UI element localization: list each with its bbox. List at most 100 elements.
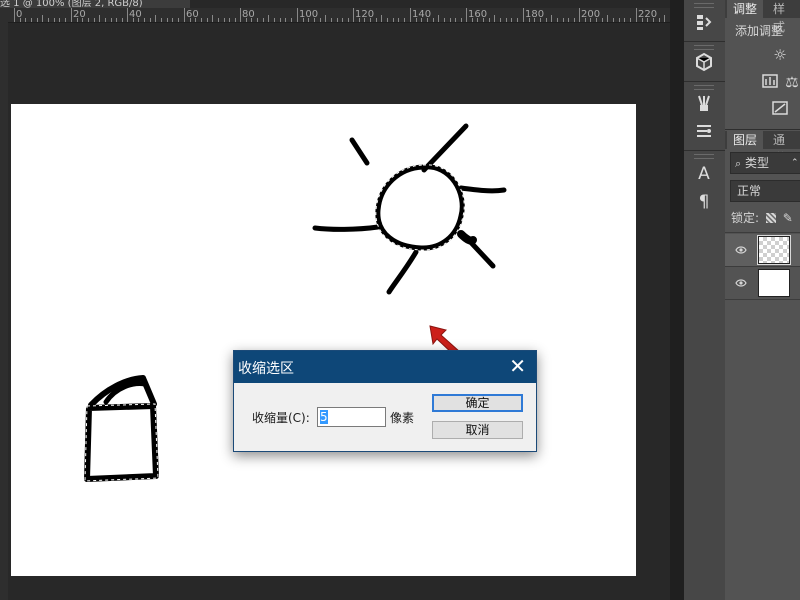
brightness-icon[interactable]: ☼ <box>771 46 789 64</box>
ruler-minor-tick <box>624 18 625 22</box>
dialog-titlebar[interactable]: 收缩选区 ✕ <box>234 351 536 383</box>
ruler-minor-tick <box>54 18 55 22</box>
ruler-minor-tick <box>607 15 608 22</box>
ruler-minor-tick <box>48 18 49 22</box>
layer-filter-select[interactable]: ⌕ 类型 ⌃ <box>730 152 800 174</box>
panel-divider[interactable] <box>670 0 684 600</box>
ruler-minor-tick <box>585 18 586 22</box>
contract-amount-label: 收缩量(C): <box>252 411 310 425</box>
ruler-minor-tick <box>207 18 208 22</box>
ruler-minor-tick <box>133 18 134 22</box>
color-balance-icon[interactable]: ⚖ <box>783 73 800 91</box>
lock-transparent-icon[interactable] <box>765 213 776 223</box>
lock-row: 锁定: ✎ <box>731 209 793 226</box>
panel-dock: A ¶ <box>684 0 725 600</box>
ruler-minor-tick <box>224 18 225 22</box>
dock-grip[interactable] <box>694 85 714 90</box>
tab-adjustments[interactable]: 调整 <box>727 0 764 18</box>
ruler-minor-tick <box>557 18 558 22</box>
ruler-minor-tick <box>517 18 518 22</box>
ok-button[interactable]: 确定 <box>432 394 523 412</box>
ruler-minor-tick <box>291 18 292 22</box>
ruler-minor-tick <box>342 18 343 22</box>
layer-thumbnail <box>758 269 790 297</box>
ruler-minor-tick <box>619 18 620 22</box>
ruler-tick <box>127 8 128 22</box>
cancel-button[interactable]: 取消 <box>432 421 523 439</box>
ruler-minor-tick <box>99 15 100 22</box>
layer-row-layer-2[interactable] <box>725 234 800 266</box>
ruler-minor-tick <box>404 18 405 22</box>
ruler-label: 40 <box>129 9 142 20</box>
brush-icon[interactable] <box>692 93 716 117</box>
ruler-minor-tick <box>37 18 38 22</box>
ruler-minor-tick <box>274 18 275 22</box>
blend-mode-select[interactable]: 正常 <box>730 180 800 202</box>
ruler-minor-tick <box>387 18 388 22</box>
ruler-minor-tick <box>416 18 417 22</box>
character-icon[interactable]: A <box>692 162 716 186</box>
3d-icon[interactable] <box>692 52 716 76</box>
ruler-minor-tick <box>308 18 309 22</box>
close-icon[interactable]: ✕ <box>509 354 526 378</box>
ruler-minor-tick <box>111 18 112 22</box>
document-tab[interactable]: 选 1 @ 100% (图层 2, RGB/8) <box>0 0 190 8</box>
ruler-minor-tick <box>590 18 591 22</box>
ruler-minor-tick <box>20 18 21 22</box>
ruler-minor-tick <box>568 18 569 22</box>
ruler-minor-tick <box>483 18 484 22</box>
contract-amount-input[interactable]: 5 <box>317 407 386 427</box>
ruler-tick <box>14 8 15 22</box>
ruler-minor-tick <box>506 18 507 22</box>
ruler-minor-tick <box>138 18 139 22</box>
ruler-minor-tick <box>472 18 473 22</box>
dock-grip[interactable] <box>694 154 714 159</box>
tab-styles[interactable]: 样式 <box>767 0 800 34</box>
ruler-minor-tick <box>444 18 445 22</box>
tab-layers[interactable]: 图层 <box>727 131 764 149</box>
lock-brush-icon[interactable]: ✎ <box>783 211 793 225</box>
dialog-title: 收缩选区 <box>238 361 294 377</box>
ruler-minor-tick <box>477 18 478 22</box>
ruler-minor-tick <box>82 18 83 22</box>
paragraph-icon[interactable]: ¶ <box>692 190 716 214</box>
layer-row-background[interactable] <box>725 267 800 299</box>
ruler-minor-tick <box>348 18 349 22</box>
house-sketch <box>84 375 159 482</box>
ruler-minor-tick <box>381 15 382 22</box>
ruler-minor-tick <box>511 18 512 22</box>
ruler-minor-tick <box>546 18 547 22</box>
ruler-minor-tick <box>398 18 399 22</box>
contract-selection-dialog: 收缩选区 ✕ 收缩量(C): 5 像素 确定 取消 <box>233 350 537 452</box>
document-canvas[interactable] <box>11 104 636 576</box>
photo-filter-icon[interactable] <box>771 100 789 118</box>
eye-icon[interactable] <box>735 277 747 291</box>
ruler-minor-tick <box>659 18 660 22</box>
ruler-minor-tick <box>42 15 43 22</box>
ruler-minor-tick <box>268 15 269 22</box>
vertical-ruler <box>0 22 8 600</box>
ruler-minor-tick <box>489 18 490 22</box>
ruler-minor-tick <box>438 15 439 22</box>
ruler-label: 20 <box>73 9 86 20</box>
ruler-minor-tick <box>94 18 95 22</box>
ruler-minor-tick <box>574 18 575 22</box>
ruler-minor-tick <box>433 18 434 22</box>
levels-icon[interactable] <box>761 73 779 91</box>
ruler-minor-tick <box>31 18 32 22</box>
ruler-tick <box>636 8 637 22</box>
dock-grip[interactable] <box>694 3 714 8</box>
ruler-minor-tick <box>370 18 371 22</box>
ruler-tick <box>466 8 467 22</box>
tool-presets-icon[interactable] <box>692 121 716 145</box>
ruler-minor-tick <box>500 18 501 22</box>
ruler-minor-tick <box>246 18 247 22</box>
timeline-icon[interactable] <box>692 12 716 36</box>
eye-icon[interactable] <box>735 244 747 258</box>
dock-grip[interactable] <box>694 45 714 50</box>
ruler-minor-tick <box>563 18 564 22</box>
ruler-minor-tick <box>551 15 552 22</box>
ruler-minor-tick <box>178 18 179 22</box>
tab-channels[interactable]: 通道 <box>767 131 800 165</box>
ruler-minor-tick <box>602 18 603 22</box>
